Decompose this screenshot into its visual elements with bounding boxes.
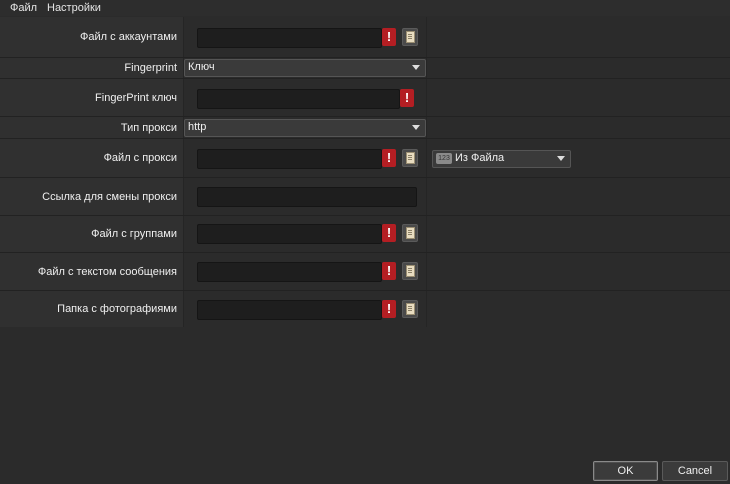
warning-icon: ! — [382, 262, 396, 280]
menu-file[interactable]: Файл — [10, 2, 37, 14]
fingerprint-key-input[interactable] — [197, 89, 400, 109]
document-icon — [406, 265, 415, 277]
fingerprint-selected: Ключ — [188, 61, 215, 73]
dialog-footer: OK Cancel — [0, 327, 730, 484]
settings-form: Файл с аккаунтами ! Fingerprint Ключ Fin… — [0, 17, 730, 328]
chevron-down-icon — [557, 156, 565, 161]
photos-folder-input[interactable] — [197, 300, 382, 320]
fingerprint-key-label: FingerPrint ключ — [95, 91, 177, 104]
groups-file-input[interactable] — [197, 224, 382, 244]
message-file-input[interactable] — [197, 262, 382, 282]
warning-icon: ! — [382, 224, 396, 242]
photos-folder-label: Папка с фотографиями — [57, 303, 177, 315]
chevron-down-icon — [412, 65, 420, 70]
document-icon — [406, 31, 415, 43]
proxy-source-select[interactable]: 123 Из Файла — [432, 150, 571, 168]
warning-icon: ! — [382, 28, 396, 46]
groups-file-label: Файл с группами — [91, 228, 177, 240]
row-message-file: Файл с текстом сообщения ! — [0, 253, 730, 291]
warning-icon: ! — [400, 89, 414, 107]
warning-icon: ! — [382, 149, 396, 167]
row-fingerprint-key: FingerPrint ключ ! — [0, 79, 730, 117]
document-icon — [406, 303, 415, 315]
menu-bar: Файл Настройки — [0, 0, 730, 16]
accounts-file-input[interactable] — [197, 28, 382, 48]
proxy-file-label: Файл с прокси — [103, 152, 177, 164]
proxy-source-selected: Из Файла — [455, 152, 505, 164]
proxy-file-input[interactable] — [197, 149, 382, 169]
browse-message-button[interactable] — [402, 262, 418, 280]
fingerprint-select[interactable]: Ключ — [184, 59, 426, 77]
proxy-change-link-input[interactable] — [197, 187, 417, 207]
browse-groups-button[interactable] — [402, 224, 418, 242]
number-icon: 123 — [436, 153, 452, 164]
browse-proxy-button[interactable] — [402, 149, 418, 167]
row-proxy-type: Тип прокси http — [0, 117, 730, 139]
cancel-button[interactable]: Cancel — [662, 461, 728, 481]
document-icon — [406, 227, 415, 239]
proxy-type-select[interactable]: http — [184, 119, 426, 137]
fingerprint-label: Fingerprint — [124, 62, 177, 74]
browse-photos-button[interactable] — [402, 300, 418, 318]
row-photos-folder: Папка с фотографиями ! — [0, 291, 730, 328]
ok-button[interactable]: OK — [593, 461, 658, 481]
row-proxy-file: Файл с прокси ! 123 Из Файла — [0, 139, 730, 178]
row-proxy-change-link: Ссылка для смены прокси — [0, 178, 730, 216]
document-icon — [406, 152, 415, 164]
proxy-type-label: Тип прокси — [120, 121, 177, 134]
row-fingerprint: Fingerprint Ключ — [0, 58, 730, 79]
row-groups-file: Файл с группами ! — [0, 216, 730, 253]
accounts-file-label: Файл с аккаунтами — [80, 31, 177, 43]
menu-settings[interactable]: Настройки — [47, 2, 101, 14]
message-file-label: Файл с текстом сообщения — [37, 265, 177, 278]
proxy-change-link-label: Ссылка для смены прокси — [42, 190, 177, 203]
warning-icon: ! — [382, 300, 396, 318]
proxy-type-selected: http — [188, 121, 207, 133]
row-accounts-file: Файл с аккаунтами ! — [0, 17, 730, 58]
browse-accounts-button[interactable] — [402, 28, 418, 46]
chevron-down-icon — [412, 125, 420, 130]
